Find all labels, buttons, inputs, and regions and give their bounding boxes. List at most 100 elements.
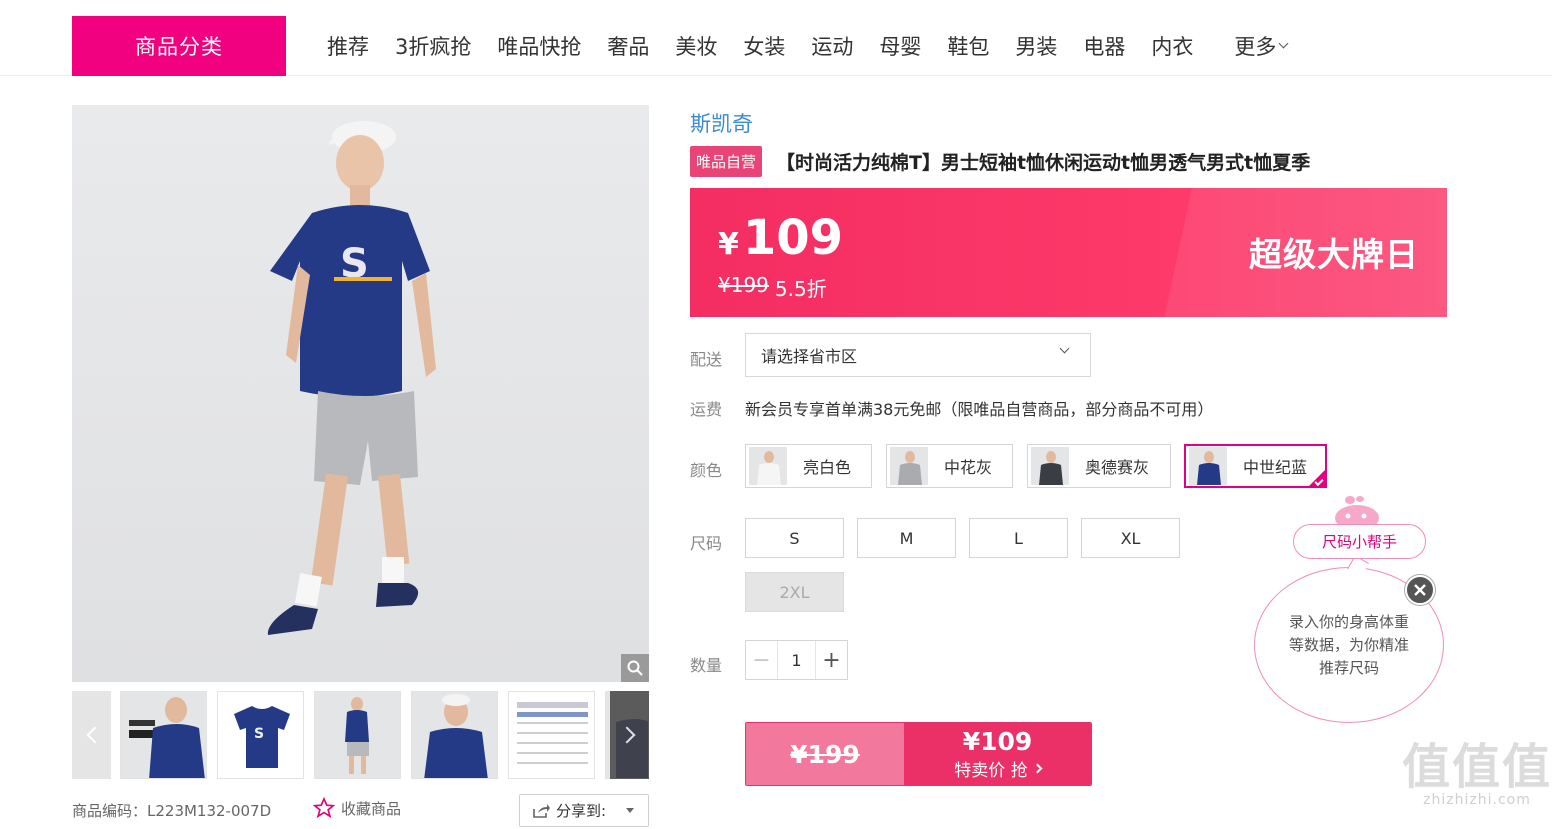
size-helper-button[interactable]: 尺码小帮手: [1293, 524, 1426, 559]
region-select[interactable]: 请选择省市区: [745, 333, 1091, 377]
color-option-label: 亮白色: [803, 458, 852, 477]
thumbnail-5[interactable]: [508, 691, 595, 779]
watermark-url: zhizhizhi.com: [1423, 792, 1531, 808]
size-option-xl[interactable]: XL: [1081, 518, 1180, 558]
price-sub: ¥199 5.5折: [718, 273, 827, 302]
color-swatch-image: [1189, 447, 1227, 485]
thumbnail-image: [121, 692, 206, 778]
nav-item-more[interactable]: 更多: [1206, 31, 1300, 61]
svg-text:S: S: [254, 726, 264, 742]
current-price: ¥ 109: [718, 210, 843, 266]
freight-label: 运费: [690, 400, 723, 419]
product-title: 【时尚活力纯棉T】男士短袖t恤休闲运动t恤男透气男式t恤夏季: [776, 152, 1311, 174]
nav-item-flash-30[interactable]: 3折疯抢: [382, 31, 484, 61]
thumbnail-2[interactable]: S: [217, 691, 304, 779]
nav-menu: 推荐 3折疯抢 唯品快抢 奢品 美妆 女装 运动 母婴 鞋包 男装 电器 内衣 …: [314, 16, 1300, 76]
buy-button[interactable]: ¥199 ¥109 特卖价 抢: [745, 722, 1092, 786]
size-option-l[interactable]: L: [969, 518, 1068, 558]
size-option-2xl-disabled: 2XL: [745, 572, 844, 612]
thumbnail-prev-button[interactable]: [72, 691, 111, 779]
freight-info: 新会员专享首单满38元免邮（限唯品自营商品，部分商品不可用）: [745, 400, 1214, 419]
nav-item-appliances[interactable]: 电器: [1070, 31, 1138, 61]
quantity-label: 数量: [690, 656, 723, 675]
nav-item-beauty[interactable]: 美妆: [662, 31, 730, 61]
nav-item-baby[interactable]: 母婴: [866, 31, 934, 61]
delivery-label: 配送: [690, 350, 723, 369]
price-banner: ¥ 109 ¥199 5.5折 超级大牌日: [690, 188, 1447, 317]
current-price-value: 109: [742, 210, 844, 266]
size-label: 尺码: [690, 534, 723, 553]
share-dropdown[interactable]: 分享到:: [519, 794, 649, 827]
nav-more-label: 更多: [1234, 35, 1277, 59]
share-label: 分享到:: [556, 802, 607, 820]
brand-link[interactable]: 斯凯奇: [690, 108, 753, 138]
thumbnail-3[interactable]: [314, 691, 401, 779]
nav-item-sports[interactable]: 运动: [798, 31, 866, 61]
caret-down-icon: [626, 808, 635, 813]
close-size-helper-button[interactable]: [1405, 575, 1435, 605]
main-product-image[interactable]: S: [72, 105, 649, 682]
buy-original-price: ¥199: [746, 723, 904, 785]
buy-price: ¥109: [962, 726, 1033, 756]
color-option-label: 奥德赛灰: [1085, 458, 1150, 477]
nav-item-underwear[interactable]: 内衣: [1138, 31, 1206, 61]
chevron-left-icon: [86, 726, 103, 744]
chevron-right-icon: [618, 726, 635, 744]
thumbnail-strip: S: [72, 691, 649, 779]
favorite-label: 收藏商品: [341, 799, 402, 818]
quantity-value[interactable]: 1: [778, 641, 815, 679]
color-swatch-image: [1031, 447, 1069, 485]
chevron-down-icon: [1278, 38, 1289, 49]
color-option-white[interactable]: 亮白色: [745, 444, 872, 488]
top-navigation: 商品分类 推荐 3折疯抢 唯品快抢 奢品 美妆 女装 运动 母婴 鞋包 男装 电…: [0, 0, 1552, 76]
size-helper-message: 录入你的身高体重等数据，为你精准推荐尺码: [1288, 612, 1409, 677]
size-option-m[interactable]: M: [857, 518, 956, 558]
color-option-label: 中世纪蓝: [1243, 458, 1308, 477]
color-option-medieval-blue[interactable]: 中世纪蓝: [1184, 444, 1327, 488]
thumbnail-image: [315, 692, 400, 778]
nav-item-recommend[interactable]: 推荐: [314, 31, 382, 61]
quantity-decrease-button[interactable]: −: [746, 641, 778, 679]
discount-rate: 5.5折: [774, 277, 827, 301]
nav-item-men[interactable]: 男装: [1002, 31, 1070, 61]
color-label: 颜色: [690, 461, 723, 480]
color-option-label: 中花灰: [944, 458, 993, 477]
buy-action-row: 特卖价 抢: [954, 756, 1043, 781]
promo-title: 超级大牌日: [1249, 235, 1419, 274]
watermark: 值值值 zhizhizhi.com: [1402, 742, 1552, 808]
magnifier-icon: [627, 660, 643, 676]
nav-item-luxury[interactable]: 奢品: [594, 31, 662, 61]
category-button[interactable]: 商品分类: [72, 16, 286, 76]
thumbnail-image: [412, 692, 497, 778]
region-select-value: 请选择省市区: [761, 347, 858, 366]
self-operated-tag: 唯品自营: [690, 146, 763, 177]
buy-action-label: 特卖价 抢: [954, 760, 1028, 781]
size-chart-thumbnail: [517, 702, 588, 764]
thumbnail-1[interactable]: [120, 691, 207, 779]
color-option-odyssey-gray[interactable]: 奥德赛灰: [1027, 444, 1171, 488]
thumbnail-next-button[interactable]: [610, 691, 649, 779]
favorite-button[interactable]: 收藏商品: [313, 797, 401, 819]
nav-item-quick-grab[interactable]: 唯品快抢: [484, 31, 594, 61]
size-option-s[interactable]: S: [745, 518, 844, 558]
title-row: 唯品自营 【时尚活力纯棉T】男士短袖t恤休闲运动t恤男透气男式t恤夏季: [690, 146, 1310, 177]
nav-item-shoes-bags[interactable]: 鞋包: [934, 31, 1002, 61]
product-photo-model: S: [72, 105, 649, 682]
color-swatch-image: [890, 447, 928, 485]
chevron-down-icon: [1059, 343, 1070, 354]
color-option-heather-gray[interactable]: 中花灰: [886, 444, 1013, 488]
color-swatch-image: [749, 447, 787, 485]
zoom-button[interactable]: [621, 654, 649, 682]
thumbnail-image: S: [234, 706, 290, 768]
share-icon: [533, 803, 550, 818]
thumbnail-4[interactable]: [411, 691, 498, 779]
star-icon: [313, 797, 335, 819]
nav-item-women[interactable]: 女装: [730, 31, 798, 61]
watermark-logo: 值值值: [1402, 739, 1552, 795]
quantity-increase-button[interactable]: +: [815, 641, 847, 679]
product-code: 商品编码：L223M132-007D: [72, 802, 272, 820]
close-icon: [1414, 584, 1426, 596]
original-price: ¥199: [718, 273, 769, 297]
quantity-stepper: − 1 +: [745, 640, 848, 680]
buy-action: ¥109 特卖价 抢: [904, 723, 1091, 785]
